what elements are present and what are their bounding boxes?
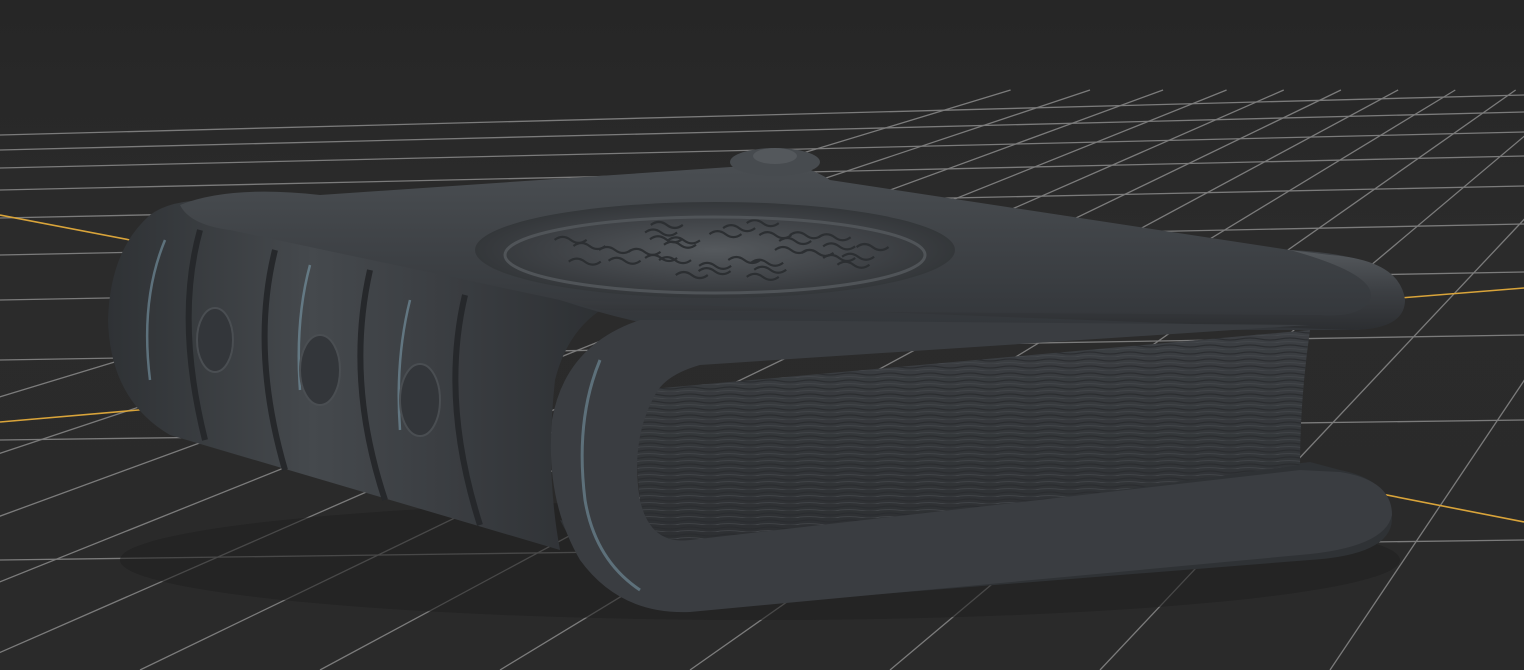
spine-boss-1 xyxy=(196,307,234,373)
grid-line-row xyxy=(0,94,1524,136)
spine-boss-3 xyxy=(399,363,441,437)
x-axis-line-right xyxy=(1399,287,1524,299)
grid-line-column xyxy=(1329,379,1524,670)
viewport-canvas[interactable] xyxy=(0,0,1524,670)
corner-knob-top xyxy=(753,148,797,164)
grid-line-row xyxy=(0,111,1524,151)
sculpted-book-model[interactable] xyxy=(108,148,1405,620)
z-axis-line-back xyxy=(0,214,131,241)
3d-viewport[interactable] xyxy=(0,0,1524,670)
spine-boss-2 xyxy=(299,334,341,406)
